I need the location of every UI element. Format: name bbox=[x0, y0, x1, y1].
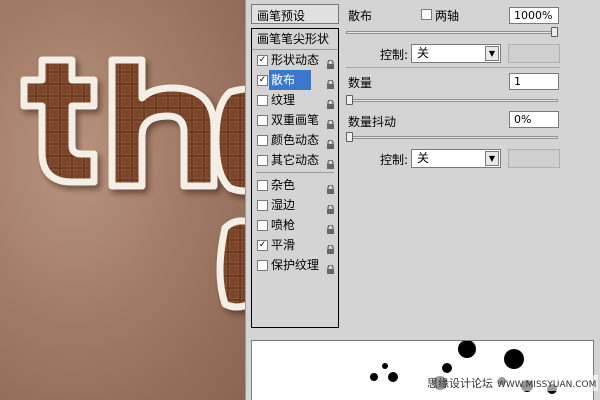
scatter-dots-preview bbox=[370, 341, 557, 394]
chevron-down-icon: ▼ bbox=[485, 151, 499, 166]
count-jitter-value: 0% bbox=[514, 113, 532, 126]
scatter-slider-thumb[interactable] bbox=[551, 27, 558, 37]
category-label: 其它动态 bbox=[271, 153, 320, 167]
letter-lower-partial bbox=[216, 217, 245, 311]
category-item[interactable]: 双重画笔 bbox=[252, 110, 338, 130]
scatter-title: 散布 bbox=[348, 9, 373, 23]
scatter-value-field[interactable]: 1000% bbox=[509, 7, 559, 24]
watermark: 思缘设计论坛 WWW.MISSYUAN.COM bbox=[425, 375, 599, 391]
count-value-field[interactable]: 1 bbox=[509, 73, 559, 90]
category-checkbox[interactable]: ✓ bbox=[257, 55, 268, 66]
category-separator bbox=[256, 172, 334, 173]
scatter-slider-track[interactable] bbox=[346, 31, 558, 34]
lock-icon[interactable] bbox=[326, 55, 335, 69]
category-item[interactable]: 喷枪 bbox=[252, 215, 338, 235]
scatter-value: 1000% bbox=[514, 9, 553, 22]
preview-dot bbox=[382, 363, 388, 369]
category-label: 喷枪 bbox=[271, 218, 296, 232]
both-axes-checkbox[interactable] bbox=[421, 9, 432, 20]
scatter-control-select[interactable]: 关 ▼ bbox=[411, 44, 501, 63]
brush-stroke-preview bbox=[251, 340, 594, 400]
category-checkbox[interactable] bbox=[257, 200, 268, 211]
brush-presets-button[interactable]: 画笔预设 bbox=[251, 4, 339, 24]
category-label: 保护纹理 bbox=[271, 258, 320, 272]
category-label: 双重画笔 bbox=[271, 113, 320, 127]
category-item[interactable]: 保护纹理 bbox=[252, 255, 338, 275]
category-checkbox[interactable] bbox=[257, 180, 268, 191]
preview-dot bbox=[370, 373, 378, 381]
category-label: 颜色动态 bbox=[271, 133, 320, 147]
count-jitter-control-disabled-field bbox=[508, 149, 560, 168]
both-axes-label: 两轴 bbox=[435, 9, 460, 23]
preview-dot bbox=[442, 363, 452, 373]
lock-icon[interactable] bbox=[326, 155, 335, 169]
brush-panel: 画笔预设 画笔笔尖形状 ✓ 形状动态 ✓ 散布 纹理 双重画笔 颜色动态 其它动态 杂色 湿边 喷枪… bbox=[245, 0, 600, 400]
brush-tip-shape-item[interactable]: 画笔笔尖形状 bbox=[252, 29, 338, 50]
brush-category-list: 画笔笔尖形状 ✓ 形状动态 ✓ 散布 纹理 双重画笔 颜色动态 其它动态 杂色 湿边 喷枪 ✓ 平滑 保护… bbox=[251, 28, 339, 328]
preview-dot bbox=[504, 349, 524, 369]
category-item[interactable]: 杂色 bbox=[252, 175, 338, 195]
brush-tip-shape-label: 画笔笔尖形状 bbox=[257, 32, 330, 46]
lock-icon[interactable] bbox=[326, 220, 335, 234]
category-item[interactable]: ✓ 平滑 bbox=[252, 235, 338, 255]
count-jitter-control-label: 控制: bbox=[380, 153, 409, 167]
count-jitter-control-value: 关 bbox=[417, 151, 430, 165]
watermark-text: 思缘设计论坛 bbox=[427, 377, 493, 390]
category-checkbox[interactable]: ✓ bbox=[257, 240, 268, 251]
count-jitter-control-select[interactable]: 关 ▼ bbox=[411, 149, 501, 168]
scatter-control-value: 关 bbox=[417, 46, 430, 60]
lock-icon[interactable] bbox=[326, 135, 335, 149]
category-item[interactable]: 其它动态 bbox=[252, 150, 338, 170]
watermark-site: WWW.MISSYUAN.COM bbox=[497, 380, 597, 390]
category-label: 湿边 bbox=[271, 198, 296, 212]
count-title: 数量 bbox=[348, 76, 373, 90]
count-jitter-slider-thumb[interactable] bbox=[346, 132, 353, 142]
category-checkbox[interactable] bbox=[257, 155, 268, 166]
canvas-artwork bbox=[0, 0, 245, 400]
letter-t bbox=[20, 56, 98, 186]
category-label: 形状动态 bbox=[271, 53, 320, 67]
category-checkbox[interactable] bbox=[257, 95, 268, 106]
lock-icon[interactable] bbox=[326, 95, 335, 109]
count-jitter-slider-track[interactable] bbox=[346, 136, 558, 139]
letter-h bbox=[108, 56, 218, 190]
lock-icon[interactable] bbox=[326, 180, 335, 194]
category-label: 散布 bbox=[269, 70, 312, 90]
lock-icon[interactable] bbox=[326, 200, 335, 214]
count-value: 1 bbox=[514, 75, 521, 88]
category-checkbox[interactable] bbox=[257, 260, 268, 271]
chocolate-text-artwork bbox=[20, 56, 245, 311]
lock-icon[interactable] bbox=[326, 260, 335, 274]
category-item[interactable]: 湿边 bbox=[252, 195, 338, 215]
category-checkbox[interactable] bbox=[257, 115, 268, 126]
preview-dot bbox=[458, 341, 476, 358]
category-rows: ✓ 形状动态 ✓ 散布 纹理 双重画笔 颜色动态 其它动态 杂色 湿边 喷枪 ✓ 平滑 保护纹理 bbox=[252, 50, 338, 275]
scatter-control-disabled-field bbox=[508, 44, 560, 63]
brush-presets-label: 画笔预设 bbox=[257, 9, 306, 23]
category-label: 平滑 bbox=[271, 238, 296, 252]
count-jitter-title: 数量抖动 bbox=[348, 115, 397, 129]
count-jitter-value-field[interactable]: 0% bbox=[509, 111, 559, 128]
category-item[interactable]: 纹理 bbox=[252, 90, 338, 110]
letter-e-partial bbox=[212, 85, 245, 195]
category-checkbox[interactable] bbox=[257, 135, 268, 146]
category-item[interactable]: ✓ 形状动态 bbox=[252, 50, 338, 70]
category-label: 纹理 bbox=[271, 93, 296, 107]
lock-icon[interactable] bbox=[326, 75, 335, 89]
divider bbox=[346, 67, 560, 68]
category-item[interactable]: ✓ 散布 bbox=[252, 70, 338, 90]
count-slider-track[interactable] bbox=[346, 99, 558, 102]
count-slider-thumb[interactable] bbox=[346, 95, 353, 105]
category-checkbox[interactable]: ✓ bbox=[257, 75, 268, 86]
category-checkbox[interactable] bbox=[257, 220, 268, 231]
lock-icon[interactable] bbox=[326, 115, 335, 129]
category-label: 杂色 bbox=[271, 178, 296, 192]
preview-dot bbox=[388, 372, 398, 382]
category-item[interactable]: 颜色动态 bbox=[252, 130, 338, 150]
chevron-down-icon: ▼ bbox=[485, 46, 499, 61]
lock-icon[interactable] bbox=[326, 240, 335, 254]
scatter-control-label: 控制: bbox=[380, 48, 409, 62]
